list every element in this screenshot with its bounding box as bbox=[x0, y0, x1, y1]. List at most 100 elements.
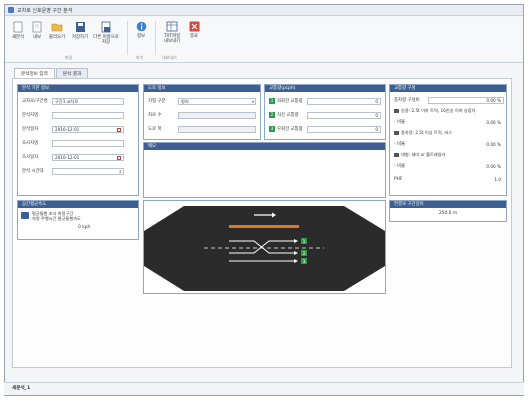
section-length-unit: m bbox=[452, 211, 458, 216]
vehicle-composition-panel: 교통량 구성 중차량 구성비 0.00 % 승용: 2.5t 이하 트럭, 16… bbox=[389, 84, 507, 196]
right-turn-volume-input[interactable]: 0 bbox=[307, 125, 381, 133]
lane-diagram: 1 2 3 bbox=[144, 201, 385, 293]
car-icon bbox=[21, 212, 29, 219]
ratio-value[interactable]: 0.00 % bbox=[428, 118, 504, 126]
field-label: 조사자명 bbox=[22, 141, 39, 146]
window-title: 교차로 신호운영 구간 분석 bbox=[17, 7, 73, 14]
analysis-date-value: 2016-12-01 bbox=[55, 126, 80, 132]
terrain-select[interactable]: 평지 ▾ bbox=[178, 97, 256, 105]
load-button[interactable]: 불러오기 bbox=[47, 21, 67, 40]
field-label: 중차량 구성비 bbox=[394, 98, 420, 103]
memo-panel: 메모 bbox=[143, 142, 386, 198]
dropdown-arrow-icon[interactable]: ▾ bbox=[252, 99, 254, 105]
truck-icon bbox=[394, 131, 399, 135]
export-table-icon bbox=[166, 21, 178, 32]
lane-diagram-panel: 1 2 3 bbox=[143, 200, 386, 294]
trailer-icon bbox=[394, 153, 399, 157]
description-line: 차량 주행시간 평균통행속도 bbox=[32, 216, 81, 221]
form-row: - 비율 0.00 % bbox=[394, 140, 504, 148]
vehicle-class-row: 중차량: 2.5t 이상 트럭, 버스 bbox=[394, 129, 506, 137]
field-label: - 비율 bbox=[394, 164, 406, 169]
field-label: 좌회전 교통량 bbox=[277, 99, 303, 104]
ribbon-separator bbox=[127, 21, 128, 55]
space-mean-speed-panel: 공간평균속도 평균통행 조사 측정구간 차량 주행시간 평균통행속도 0 kph bbox=[17, 200, 139, 240]
ratio-value[interactable]: 0.00 % bbox=[428, 140, 504, 148]
space-mean-value-row: 0 kph bbox=[78, 225, 90, 230]
through-volume-input[interactable]: 0 bbox=[307, 111, 381, 119]
section-length-value: 250.0 bbox=[438, 211, 452, 216]
save-disk-icon bbox=[75, 22, 85, 32]
vehicle-class-label: 중차량: 2.5t 이상 트럭, 버스 bbox=[401, 130, 453, 135]
open-button[interactable]: 내보 bbox=[29, 21, 45, 40]
new-analysis-button[interactable]: 새분석 bbox=[9, 21, 27, 40]
memo-textarea[interactable] bbox=[146, 152, 383, 195]
form-row: 조사자명 bbox=[22, 139, 124, 147]
save-as-icon bbox=[101, 21, 111, 33]
surveyor-name-input[interactable] bbox=[52, 139, 124, 147]
ratio-value[interactable]: 0.00 % bbox=[428, 162, 504, 170]
field-label: 분석일자 bbox=[22, 127, 39, 132]
ribbon-separator bbox=[155, 21, 156, 55]
volume-row: 1 좌회전 교통량 0 bbox=[269, 97, 383, 105]
field-label: 지형 구분 bbox=[148, 99, 166, 104]
survey-date-input[interactable]: 2016-12-01 bbox=[52, 153, 124, 161]
volume-row: 3 우회전 교통량 0 bbox=[269, 125, 383, 133]
intersection-name-input[interactable]: 구간1 교차로 bbox=[52, 97, 124, 105]
form-row: 분석일자 2016-12-01 bbox=[22, 125, 124, 133]
document-icon bbox=[32, 21, 42, 33]
info-button[interactable]: 정보 bbox=[133, 21, 149, 39]
lane-badge-label: 2 bbox=[303, 251, 306, 257]
phf-input[interactable]: 1.0 bbox=[428, 175, 504, 183]
heavy-vehicle-ratio-input[interactable]: 0.00 % bbox=[428, 96, 504, 104]
new-file-icon bbox=[13, 21, 23, 33]
field-label: PHF bbox=[394, 176, 403, 182]
analysis-time-input[interactable]: ⇕ bbox=[52, 167, 124, 175]
form-row: 조사일자 2016-12-01 bbox=[22, 153, 124, 161]
terrain-value: 평지 bbox=[181, 98, 189, 104]
form-row: 교차로/구간명 구간1 교차로 bbox=[22, 97, 124, 105]
road-width-input[interactable] bbox=[178, 125, 256, 133]
calendar-icon[interactable] bbox=[117, 127, 121, 132]
space-mean-description: 평균통행 조사 측정구간 차량 주행시간 평균통행속도 bbox=[32, 211, 81, 221]
lane-badge-label: 3 bbox=[303, 259, 306, 265]
field-label: 우회전 교통량 bbox=[277, 127, 303, 132]
field-label: - 비율 bbox=[394, 142, 406, 147]
document-tab[interactable]: 새분석_1 bbox=[12, 386, 30, 391]
field-label: - 비율 bbox=[394, 120, 406, 125]
save-button[interactable]: 저장하기 bbox=[69, 21, 91, 40]
field-label: 분석 시간대 bbox=[22, 169, 44, 174]
vehicle-class-label: 대형: 세미 or 풀트레일러 bbox=[401, 152, 446, 157]
left-turn-volume-input[interactable]: 0 bbox=[307, 97, 381, 105]
analyst-name-input[interactable] bbox=[52, 111, 124, 119]
lane-badge-label: 1 bbox=[303, 239, 306, 245]
analysis-info-panel: 분석 기본 정보 교차로/구간명 구간1 교차로 분석자명 분석일자 2016-… bbox=[17, 84, 139, 196]
folder-icon bbox=[51, 23, 63, 32]
ribbon-toolbar: 새분석 내보 불러오기 저장하기 다른 이름으로 저장 정보 TXT파일 내보내 bbox=[5, 17, 523, 63]
panel-header: 메모 bbox=[144, 143, 385, 150]
field-label: 조사일자 bbox=[22, 155, 39, 160]
field-label: 도로 폭 bbox=[148, 127, 162, 132]
export-txt-button[interactable]: TXT파일 내보내기 bbox=[159, 21, 185, 44]
form-row: 분석자명 bbox=[22, 111, 124, 119]
save-as-button[interactable]: 다른 이름으로 저장 bbox=[93, 21, 119, 45]
form-row: 중차량 구성비 0.00 % bbox=[394, 96, 504, 104]
form-row: 도로 폭 bbox=[148, 125, 256, 133]
form-row: 지형 구분 평지 ▾ bbox=[148, 97, 256, 105]
space-mean-value: 0 bbox=[78, 225, 81, 230]
ribbon-group-label-view: 보기 bbox=[136, 55, 144, 60]
car-icon bbox=[394, 109, 399, 113]
lane-count-input[interactable] bbox=[178, 111, 256, 119]
close-icon bbox=[189, 21, 199, 32]
exit-button[interactable]: 종료 bbox=[187, 21, 201, 39]
spinner-icon[interactable]: ⇕ bbox=[119, 169, 122, 175]
panel-header: 공간평균속도 bbox=[18, 201, 138, 208]
title-bar: 교차로 신호운영 구간 분석 bbox=[5, 5, 523, 16]
form-row: 분석 시간대 ⇕ bbox=[22, 167, 124, 175]
vehicle-class-label: 승용: 2.5t 이하 트럭, 16인승 이하 승합차 bbox=[401, 108, 476, 113]
calendar-icon[interactable] bbox=[117, 155, 121, 160]
vehicle-class-row: 대형: 세미 or 풀트레일러 bbox=[394, 151, 506, 159]
field-label: 차로 수 bbox=[148, 113, 162, 118]
analysis-date-input[interactable]: 2016-12-01 bbox=[52, 125, 124, 133]
field-label: 직진 교통량 bbox=[277, 113, 299, 118]
form-row: - 비율 0.00 % bbox=[394, 118, 504, 126]
